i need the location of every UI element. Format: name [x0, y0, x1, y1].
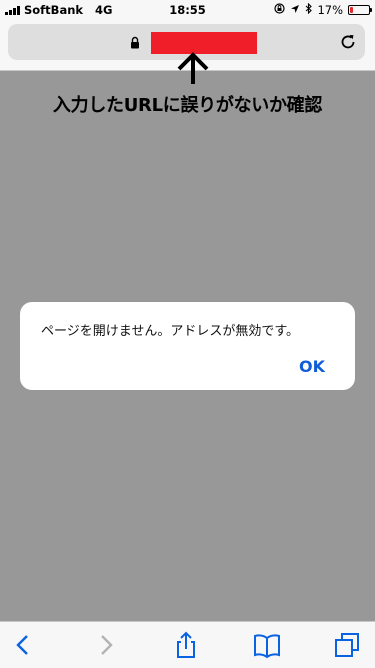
bluetooth-icon [305, 2, 313, 17]
error-alert-dialog: ページを開けません。アドレスが無効です。 OK [20, 302, 355, 390]
tabs-icon[interactable] [333, 631, 361, 659]
status-right: 17% [274, 2, 372, 17]
lock-icon [131, 36, 139, 49]
ok-button[interactable]: OK [299, 357, 325, 376]
battery-percent: 17% [317, 3, 343, 17]
forward-icon[interactable] [91, 631, 119, 659]
bottom-toolbar [0, 621, 375, 668]
back-icon[interactable] [10, 631, 38, 659]
up-arrow-icon [177, 52, 209, 84]
annotation-text: 入力したURLに誤りがないか確認 [52, 95, 323, 116]
alert-message: ページを開けません。アドレスが無効です。 [41, 324, 300, 339]
bookmarks-icon[interactable] [253, 631, 281, 659]
battery-icon [348, 5, 372, 15]
status-bar: SoftBank 4G 18:55 17% [0, 0, 375, 20]
reload-icon[interactable] [338, 32, 358, 52]
share-icon[interactable] [172, 631, 200, 659]
battery-level [350, 7, 354, 13]
rotation-lock-icon [274, 3, 286, 17]
location-icon [290, 4, 300, 17]
